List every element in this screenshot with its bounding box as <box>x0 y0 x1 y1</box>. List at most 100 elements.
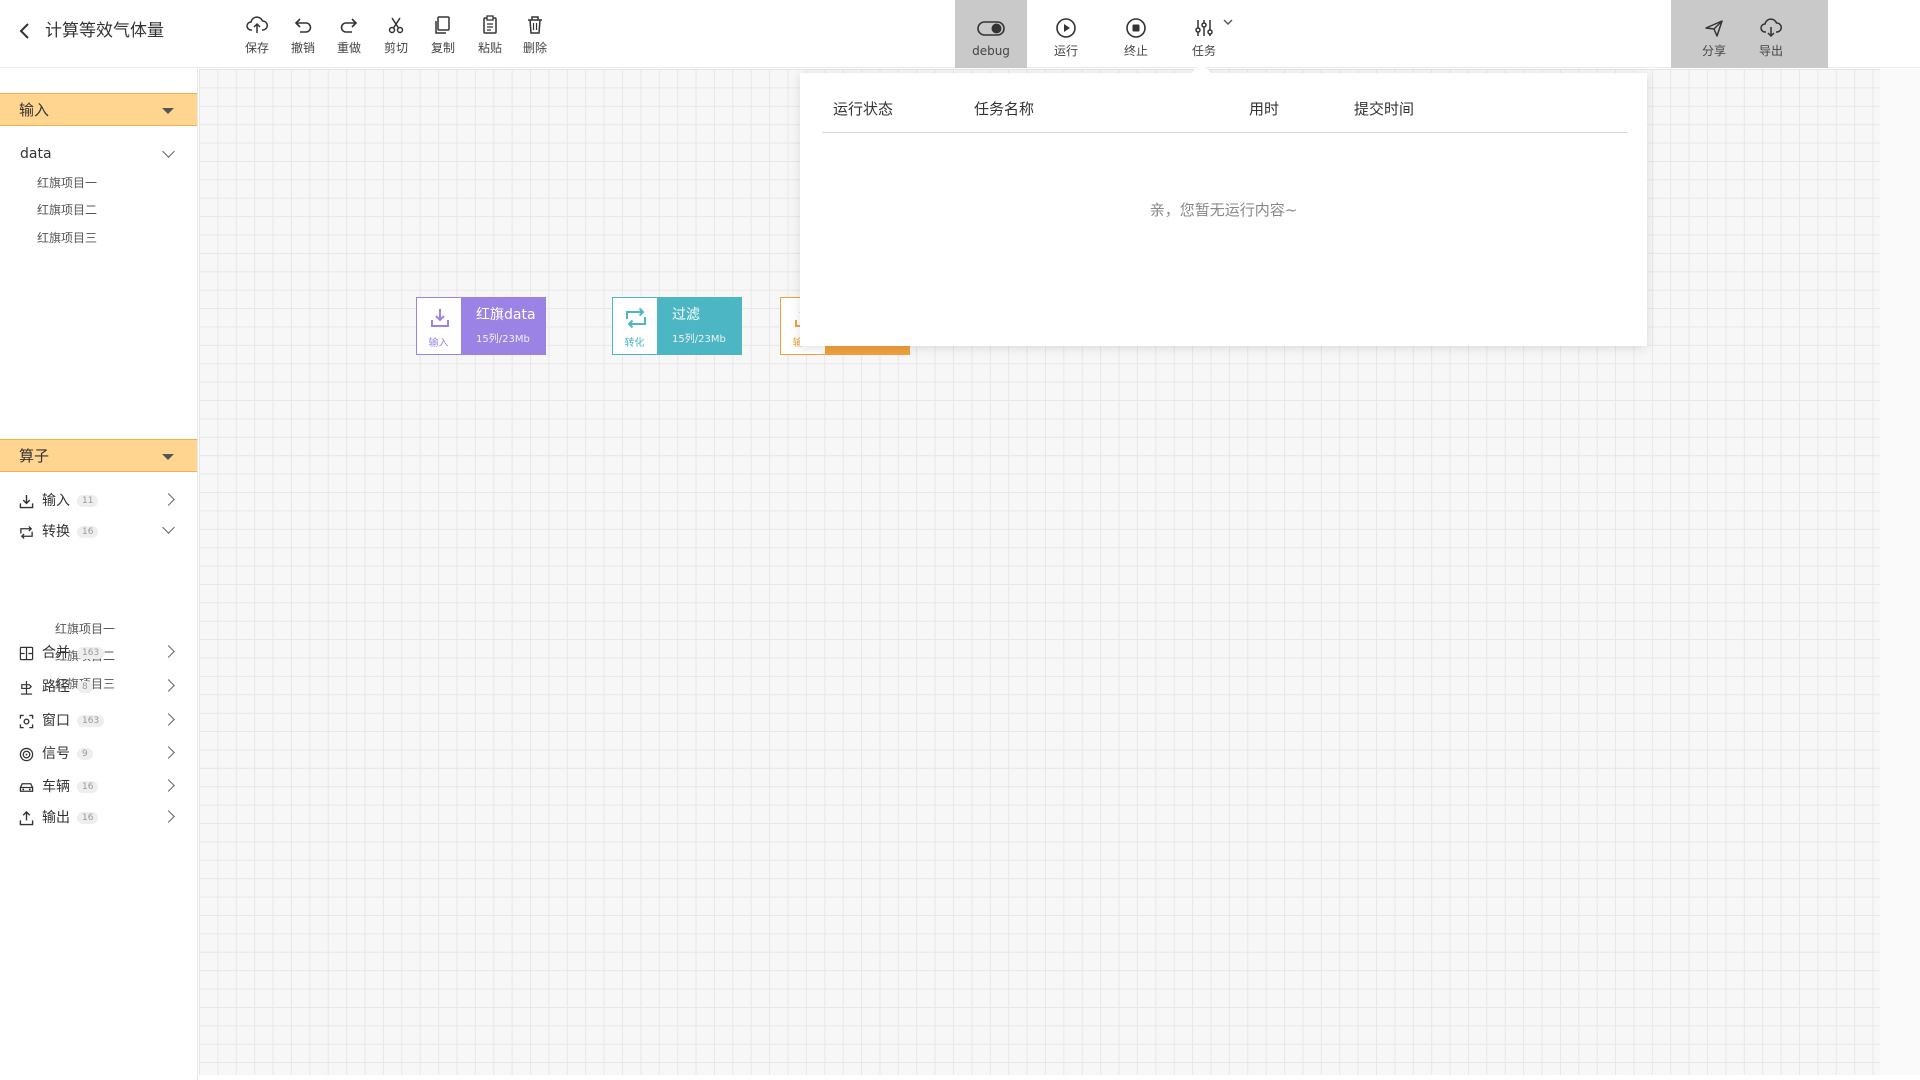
transform-icon <box>626 307 646 329</box>
node-stats: 15列/23Mb <box>476 334 530 345</box>
chevron-right-icon <box>162 779 175 792</box>
redo-icon <box>340 18 358 33</box>
operator-section-title: 算子 <box>19 447 50 465</box>
operator-category-route[interactable]: 路径 8 <box>0 673 197 701</box>
delete-label: 删除 <box>522 41 547 55</box>
category-label: 信号 <box>42 746 70 762</box>
category-count-badge: 16 <box>77 781 99 793</box>
input-section-title: 输入 <box>19 101 50 119</box>
operator-item[interactable]: 红旗项目一 <box>55 621 115 637</box>
node-body: 过滤 15列/23Mb <box>658 297 742 355</box>
undo-button[interactable]: 撤销 <box>283 14 323 55</box>
merge-icon <box>19 646 34 661</box>
operator-category-output[interactable]: 输出 16 <box>0 804 197 832</box>
run-label: 运行 <box>1053 44 1078 58</box>
debug-toggle[interactable]: debug <box>955 0 1027 68</box>
delete-button[interactable]: 删除 <box>515 14 555 55</box>
caret-down-icon <box>162 108 174 114</box>
input-item[interactable]: 红旗项目二 <box>37 202 97 218</box>
column-header-submit-time: 提交时间 <box>1354 100 1415 118</box>
canvas-scroll-area <box>1880 69 1920 1075</box>
node-body: 红旗data 15列/23Mb <box>462 297 546 355</box>
chevron-down-icon[interactable] <box>1222 17 1234 27</box>
operator-category-signal[interactable]: 信号 9 <box>0 740 197 768</box>
chevron-right-icon <box>162 810 175 823</box>
stop-icon <box>1126 18 1146 38</box>
category-count-badge: 11 <box>77 495 99 507</box>
chevron-down-icon <box>162 145 175 158</box>
export-label: 导出 <box>1758 44 1783 58</box>
export-button[interactable]: 导出 <box>1751 0 1791 68</box>
operator-category-input[interactable]: 输入 11 <box>0 487 197 515</box>
download-icon <box>431 309 449 327</box>
category-count-badge: 163 <box>77 715 105 727</box>
cut-button[interactable]: 剪切 <box>376 14 416 55</box>
toggle-icon <box>977 21 1005 36</box>
share-export-group: 分享 导出 <box>1671 0 1828 68</box>
category-label: 输出 <box>42 810 70 826</box>
back-arrow-icon[interactable] <box>14 20 36 42</box>
input-item[interactable]: 红旗项目一 <box>37 175 97 191</box>
chevron-right-icon <box>162 645 175 658</box>
operator-category-window[interactable]: 窗口 163 <box>0 707 197 735</box>
stop-button[interactable]: 终止 <box>1116 0 1156 68</box>
share-label: 分享 <box>1701 44 1726 58</box>
sliders-icon <box>1195 20 1213 36</box>
column-header-task-name: 任务名称 <box>974 100 1035 118</box>
top-bar: 计算等效气体量 保存 撤销 重做 剪切 复制 粘贴 删除 debug 运行 终止 <box>0 0 1920 68</box>
paste-icon <box>483 15 497 34</box>
copy-button[interactable]: 复制 <box>423 14 463 55</box>
category-count-badge: 16 <box>77 812 99 824</box>
play-icon <box>1056 18 1076 38</box>
stop-label: 终止 <box>1123 44 1148 58</box>
redo-label: 重做 <box>336 41 361 55</box>
operator-category-merge[interactable]: 合并 163 <box>0 639 197 667</box>
node-kind: 输入 <box>428 338 449 349</box>
category-label: 路径 <box>42 679 70 695</box>
cloud-upload-icon <box>246 16 268 33</box>
node-stats: 15列/23Mb <box>672 334 726 345</box>
input-item[interactable]: 红旗项目三 <box>37 230 97 246</box>
chevron-down-icon <box>162 521 175 534</box>
category-count-badge: 9 <box>77 748 93 760</box>
cut-label: 剪切 <box>383 41 408 55</box>
paste-label: 粘贴 <box>477 41 502 55</box>
paste-button[interactable]: 粘贴 <box>470 14 510 55</box>
flow-node-transform[interactable]: 转化 过滤 15列/23Mb <box>612 297 742 355</box>
run-button[interactable]: 运行 <box>1046 0 1086 68</box>
send-icon <box>1705 20 1723 37</box>
column-header-status: 运行状态 <box>833 100 894 118</box>
category-label: 输入 <box>42 493 70 509</box>
node-kind: 转化 <box>624 338 645 349</box>
page-title: 计算等效气体量 <box>45 21 164 41</box>
undo-label: 撤销 <box>290 41 315 55</box>
category-count-badge: 16 <box>77 526 99 538</box>
upload-icon <box>19 811 34 826</box>
operator-category-vehicle[interactable]: 车辆 16 <box>0 773 197 801</box>
copy-icon <box>435 16 450 34</box>
share-button[interactable]: 分享 <box>1694 0 1734 68</box>
route-icon <box>20 680 33 695</box>
task-button[interactable]: 任务 <box>1184 0 1224 68</box>
node-type-box: 转化 <box>612 297 658 355</box>
category-label: 窗口 <box>42 713 70 729</box>
scissors-icon <box>388 17 404 34</box>
caret-down-icon <box>162 454 174 460</box>
chevron-right-icon <box>162 679 175 692</box>
category-count-badge: 8 <box>77 681 93 693</box>
copy-label: 复制 <box>430 41 455 55</box>
input-section-header[interactable]: 输入 <box>0 93 197 126</box>
flow-node-input[interactable]: 输入 红旗data 15列/23Mb <box>416 297 546 355</box>
task-panel: 运行状态 任务名称 用时 提交时间 亲，您暂无运行内容~ <box>800 63 1647 346</box>
operator-section-header[interactable]: 算子 <box>0 439 197 472</box>
sidebar: 输入 data 红旗项目一 红旗项目二 红旗项目三 算子 输入 11 转换 16… <box>0 68 198 1080</box>
header-divider <box>822 132 1627 133</box>
node-name: 过滤 <box>672 307 700 323</box>
redo-button[interactable]: 重做 <box>329 14 369 55</box>
save-button[interactable]: 保存 <box>237 14 277 55</box>
empty-state-text: 亲，您暂无运行内容~ <box>1149 201 1298 219</box>
category-label: 转换 <box>42 524 70 540</box>
data-group-row[interactable]: data <box>0 141 197 167</box>
chevron-right-icon <box>162 493 175 506</box>
operator-category-transform[interactable]: 转换 16 <box>0 518 197 546</box>
